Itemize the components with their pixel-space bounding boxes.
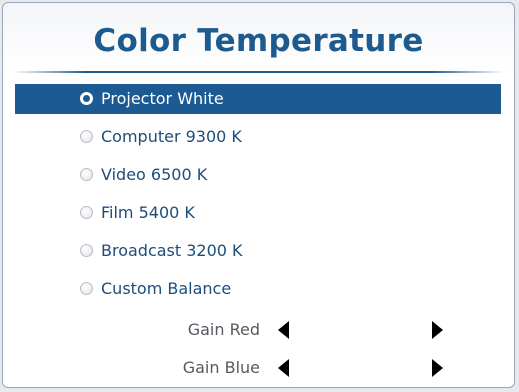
gain-red-row: Gain Red xyxy=(3,315,514,343)
option-projector-white[interactable]: Projector White xyxy=(15,84,501,114)
gain-blue-label: Gain Blue xyxy=(182,358,260,377)
gain-red-decrease-arrow-icon[interactable] xyxy=(278,321,289,339)
panel-title: Color Temperature xyxy=(93,23,424,59)
radio-icon[interactable] xyxy=(80,130,93,143)
option-film-5400k[interactable]: Film 5400 K xyxy=(15,198,501,228)
gain-red-label: Gain Red xyxy=(187,320,260,339)
option-label: Video 6500 K xyxy=(101,165,208,184)
option-broadcast-3200k[interactable]: Broadcast 3200 K xyxy=(15,236,501,266)
option-label: Projector White xyxy=(101,89,224,108)
radio-icon[interactable] xyxy=(80,206,93,219)
option-label: Broadcast 3200 K xyxy=(101,241,243,260)
radio-icon[interactable] xyxy=(80,168,93,181)
option-label: Film 5400 K xyxy=(101,203,195,222)
radio-icon[interactable] xyxy=(80,244,93,257)
option-label: Computer 9300 K xyxy=(101,127,242,146)
gain-blue-row: Gain Blue xyxy=(3,353,514,381)
radio-icon[interactable] xyxy=(80,92,93,105)
option-label: Custom Balance xyxy=(101,279,232,298)
option-custom-balance[interactable]: Custom Balance xyxy=(15,274,501,304)
title-divider xyxy=(13,71,504,73)
gain-blue-decrease-arrow-icon[interactable] xyxy=(278,359,289,377)
radio-icon[interactable] xyxy=(80,282,93,295)
gain-red-increase-arrow-icon[interactable] xyxy=(432,321,443,339)
color-temperature-panel: Color Temperature Projector White Comput… xyxy=(2,2,515,388)
gain-blue-increase-arrow-icon[interactable] xyxy=(432,359,443,377)
option-computer-9300k[interactable]: Computer 9300 K xyxy=(15,122,501,152)
option-video-6500k[interactable]: Video 6500 K xyxy=(15,160,501,190)
